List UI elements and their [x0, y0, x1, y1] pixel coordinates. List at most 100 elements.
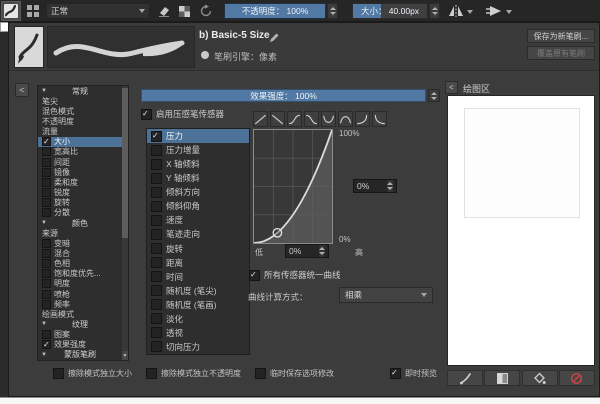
edit-name-button[interactable]	[269, 30, 281, 42]
brush-option-row[interactable]: 色相	[38, 259, 122, 269]
spinbox-arrows[interactable]	[387, 180, 393, 192]
sensor-row[interactable]: 时间	[147, 270, 249, 284]
sensor-checkbox[interactable]	[151, 186, 162, 198]
sensor-checkbox[interactable]	[151, 299, 162, 311]
brush-option-row[interactable]: 明度	[38, 279, 122, 289]
brush-option-row[interactable]: 笔尖	[38, 96, 122, 106]
option-checkbox[interactable]	[42, 147, 51, 157]
sensor-checkbox[interactable]	[151, 144, 162, 156]
sensor-row[interactable]: 倾斜方向	[147, 185, 249, 199]
option-checkbox[interactable]	[42, 289, 51, 299]
strength-slider[interactable]: 效果强度： 100%	[141, 89, 426, 102]
curve-preset-button[interactable]	[321, 111, 336, 127]
option-checkbox[interactable]	[42, 299, 51, 309]
option-checkbox[interactable]	[42, 137, 51, 147]
sensor-checkbox[interactable]	[151, 285, 162, 297]
brush-option-row[interactable]: 不透明度	[38, 116, 122, 126]
size-slider[interactable]: 大小： 40.00px	[352, 3, 428, 19]
curve-point-handle[interactable]	[272, 227, 283, 238]
scratchpad-fill-button[interactable]	[521, 370, 558, 386]
sensor-row[interactable]: 速度	[147, 213, 249, 227]
preset-thumbnail[interactable]	[14, 26, 44, 68]
brush-option-row[interactable]: ▼ 常规	[38, 86, 122, 96]
option-checkbox[interactable]	[42, 259, 51, 269]
flow-tool-button[interactable]	[484, 3, 503, 19]
sensor-row[interactable]: 随机度 (笔尖)	[147, 284, 249, 298]
option-checkbox[interactable]	[42, 340, 51, 350]
sensor-checkbox[interactable]	[151, 313, 162, 325]
footer-checkbox[interactable]	[390, 368, 401, 379]
brush-option-row[interactable]: 混合	[38, 248, 122, 258]
footer-checkbox-item[interactable]: 擦除模式独立不透明度	[146, 368, 241, 379]
brush-option-row[interactable]: ▼ 蒙版笔刷	[38, 350, 122, 360]
options-scrollbar[interactable]: ▼	[122, 86, 128, 360]
brush-option-row[interactable]: 变暗	[38, 238, 122, 248]
option-checkbox[interactable]	[42, 208, 51, 218]
sensor-row[interactable]: 笔迹走向	[147, 227, 249, 241]
share-curve-checkbox[interactable]	[249, 269, 260, 281]
overwrite-brush-button[interactable]: 覆盖原有笔刷	[527, 46, 595, 60]
sensor-row[interactable]: X 轴倾斜	[147, 157, 249, 171]
sensor-checkbox[interactable]	[151, 327, 162, 339]
brush-option-row[interactable]: 来源	[38, 228, 122, 238]
collapse-scratchpad-button[interactable]: <	[445, 81, 458, 94]
section-collapse-icon[interactable]: ▼	[41, 220, 47, 226]
opacity-spinner[interactable]	[327, 3, 338, 19]
sensor-row[interactable]: Y 轴倾斜	[147, 171, 249, 185]
curve-preset-button[interactable]	[355, 111, 370, 127]
sensor-row[interactable]: 距离	[147, 256, 249, 270]
brush-option-row[interactable]: 镜像	[38, 167, 122, 177]
sensor-row[interactable]: 压力增量	[147, 143, 249, 157]
brush-option-row[interactable]: 饱和度优先...	[38, 269, 122, 279]
curve-preset-button[interactable]	[338, 111, 353, 127]
sensor-row[interactable]: 旋转	[147, 242, 249, 256]
scratchpad-clear-button[interactable]	[558, 370, 595, 386]
scratchpad-canvas[interactable]	[447, 95, 595, 366]
footer-checkbox[interactable]	[255, 368, 266, 379]
brush-option-row[interactable]: 间距	[38, 157, 122, 167]
footer-checkbox[interactable]	[146, 368, 157, 379]
brush-option-row[interactable]: 柔和度	[38, 177, 122, 187]
brush-option-row[interactable]: ▼ 纹理	[38, 319, 122, 329]
preset-chooser-button[interactable]	[25, 3, 41, 19]
sensor-checkbox[interactable]	[151, 130, 162, 142]
brush-option-row[interactable]: 图案	[38, 330, 122, 340]
opacity-slider[interactable]: 不透明度： 100%	[224, 3, 326, 19]
curve-preset-button[interactable]	[270, 111, 285, 127]
pressure-curve-editor[interactable]	[253, 129, 333, 244]
sensor-row[interactable]: 倾斜仰角	[147, 199, 249, 213]
option-checkbox[interactable]	[42, 248, 51, 258]
sensor-checkbox[interactable]	[151, 228, 162, 240]
section-collapse-icon[interactable]: ▼	[41, 352, 47, 358]
brush-option-row[interactable]: 频率	[38, 299, 122, 309]
brush-option-row[interactable]: 效果强度	[38, 340, 122, 350]
option-checkbox[interactable]	[42, 167, 51, 177]
sensor-checkbox[interactable]	[151, 200, 162, 212]
brush-option-row[interactable]: 分散	[38, 208, 122, 218]
footer-checkbox-item[interactable]: 擦除模式独立大小	[53, 368, 132, 379]
sensor-row[interactable]: 压力	[147, 129, 249, 144]
brush-option-row[interactable]: 喷枪	[38, 289, 122, 299]
chevron-down-icon[interactable]	[467, 10, 473, 14]
blend-mode-dropdown[interactable]: 正常	[46, 3, 150, 19]
mirror-tool-button[interactable]	[446, 3, 465, 19]
preserve-alpha-button[interactable]	[176, 3, 192, 19]
sensor-checkbox[interactable]	[151, 341, 162, 353]
curve-preset-button[interactable]	[253, 111, 268, 127]
sensor-row[interactable]: 淡化	[147, 312, 249, 326]
sensor-checkbox[interactable]	[151, 158, 162, 170]
sensor-row[interactable]: 透视	[147, 326, 249, 340]
scratchpad-paint-button[interactable]	[447, 370, 483, 386]
option-checkbox[interactable]	[42, 177, 51, 187]
curve-calc-mode-dropdown[interactable]: 相乘	[339, 287, 433, 303]
sensor-checkbox[interactable]	[151, 172, 162, 184]
enable-pen-settings-checkbox[interactable]	[141, 108, 152, 120]
curve-preset-button[interactable]	[372, 111, 387, 127]
scrollbar-thumb[interactable]	[122, 88, 128, 238]
option-checkbox[interactable]	[42, 279, 51, 289]
option-checkbox[interactable]	[42, 330, 51, 340]
brush-option-row[interactable]: 混色模式	[38, 106, 122, 116]
brush-option-row[interactable]: 大小	[38, 136, 122, 147]
brush-option-row[interactable]: 绘画模式	[38, 309, 122, 319]
brush-option-row[interactable]: 旋转	[38, 198, 122, 208]
